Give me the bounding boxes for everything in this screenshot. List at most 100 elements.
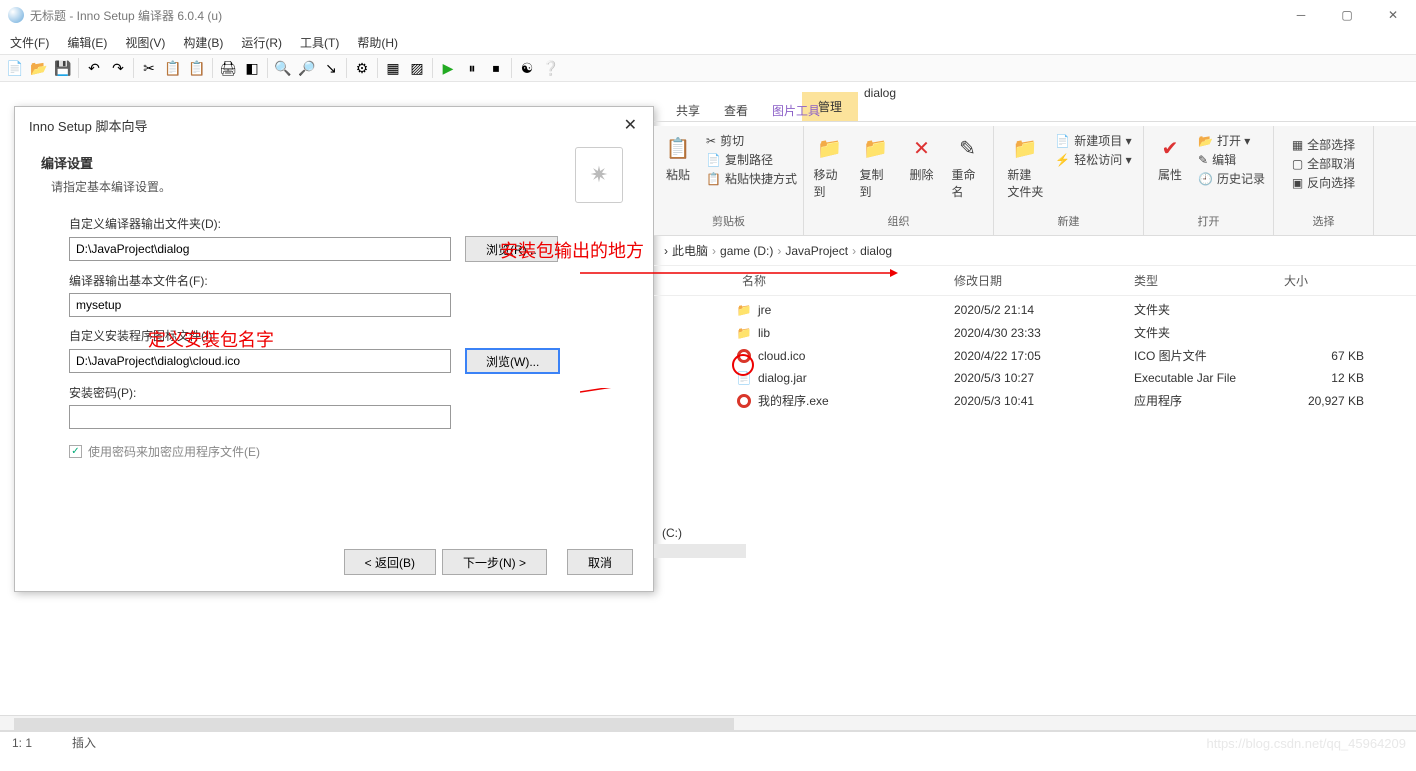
stop-compile-icon[interactable]: ▨: [406, 57, 428, 79]
menu-build[interactable]: 构建(B): [177, 32, 229, 53]
col-type[interactable]: 类型: [1134, 272, 1284, 289]
history-button[interactable]: 🕘 历史记录: [1198, 170, 1265, 187]
save-icon[interactable]: 💾: [52, 57, 74, 79]
copy-to-button[interactable]: 📁复制到: [856, 130, 896, 211]
file-name: jre: [758, 303, 771, 317]
share-tab[interactable]: 共享: [664, 100, 712, 122]
redo-icon[interactable]: ↷: [107, 57, 129, 79]
menu-tools[interactable]: 工具(T): [294, 32, 345, 53]
cut-item[interactable]: ✂ 剪切: [706, 132, 797, 149]
file-row[interactable]: 我的程序.exe2020/5/3 10:41应用程序20,927 KB: [654, 389, 1416, 412]
minimize-button[interactable]: ─: [1278, 0, 1324, 30]
easy-access-button[interactable]: ⚡ 轻松访问 ▾: [1055, 151, 1131, 168]
pause-icon[interactable]: ⏸: [461, 57, 483, 79]
output-dir-label: 自定义编译器输出文件夹(D):: [69, 215, 613, 232]
toolbar-separator: [432, 58, 433, 78]
stop-icon[interactable]: ⏹: [485, 57, 507, 79]
group-open-label: 打开: [1198, 211, 1220, 231]
col-name[interactable]: 名称: [664, 272, 954, 289]
find-icon[interactable]: 🔍: [272, 57, 294, 79]
col-date[interactable]: 修改日期: [954, 272, 1134, 289]
file-row[interactable]: cloud.ico2020/4/22 17:05ICO 图片文件67 KB: [654, 344, 1416, 367]
breadcrumb[interactable]: › 此电脑› game (D:)› JavaProject› dialog: [654, 236, 1416, 266]
app-icon: [736, 348, 752, 364]
help-icon[interactable]: ❔: [540, 57, 562, 79]
cursor-position: 1: 1: [12, 736, 32, 750]
paste-shortcut-item[interactable]: 📋 粘贴快捷方式: [706, 170, 797, 187]
group-select-label: 选择: [1313, 211, 1335, 231]
open-button[interactable]: 📂 打开 ▾: [1198, 132, 1265, 149]
drive-c-label[interactable]: (C:): [654, 526, 682, 540]
close-button[interactable]: ✕: [1370, 0, 1416, 30]
menu-help[interactable]: 帮助(H): [351, 32, 404, 53]
run-icon[interactable]: ▶: [437, 57, 459, 79]
file-type: 应用程序: [1134, 392, 1284, 409]
undo-icon[interactable]: ↶: [83, 57, 105, 79]
cut-icon[interactable]: ✂: [138, 57, 160, 79]
compile-icon[interactable]: ▦: [382, 57, 404, 79]
next-button[interactable]: 下一步(N) >: [442, 549, 547, 575]
new-folder-button[interactable]: 📁新建 文件夹: [1003, 130, 1047, 211]
wizard-footer: < 返回(B) 下一步(N) > 取消: [344, 549, 633, 575]
encrypt-label: 使用密码来加密应用程序文件(E): [88, 443, 260, 460]
invert-selection-button[interactable]: ▣ 反向选择: [1292, 174, 1355, 191]
wizard-subheading: 请指定基本编译设置。: [51, 178, 631, 195]
drive-usage-bar: [654, 544, 746, 558]
paste-icon[interactable]: 📋: [186, 57, 208, 79]
menubar: 文件(F) 编辑(E) 视图(V) 构建(B) 运行(R) 工具(T) 帮助(H…: [0, 30, 1416, 54]
settings-icon[interactable]: ⚙: [351, 57, 373, 79]
encrypt-checkbox-row[interactable]: ✓ 使用密码来加密应用程序文件(E): [69, 443, 613, 460]
group-new-label: 新建: [1058, 211, 1080, 231]
group-clipboard-label: 剪贴板: [712, 211, 745, 231]
script-wizard-dialog: Inno Setup 脚本向导 ✕ 编译设置 请指定基本编译设置。 ✷ 自定义编…: [14, 106, 654, 592]
copy-path-item[interactable]: 📄 复制路径: [706, 151, 797, 168]
view-tab[interactable]: 查看: [712, 100, 760, 122]
file-name: lib: [758, 326, 770, 340]
back-button[interactable]: < 返回(B): [344, 549, 436, 575]
rename-button[interactable]: ✎重命名: [948, 130, 988, 211]
new-icon[interactable]: 📄: [4, 57, 26, 79]
select-none-button[interactable]: ▢ 全部取消: [1292, 155, 1355, 172]
base-filename-input[interactable]: [69, 293, 451, 317]
group-organize-label: 组织: [888, 211, 910, 231]
edit-button[interactable]: ✎ 编辑: [1198, 151, 1265, 168]
bc-pc[interactable]: 此电脑: [672, 242, 708, 259]
bc-proj[interactable]: JavaProject: [785, 244, 848, 258]
replace-icon[interactable]: 🔎: [296, 57, 318, 79]
menu-run[interactable]: 运行(R): [235, 32, 288, 53]
browse-icon-button[interactable]: 浏览(W)...: [465, 348, 560, 374]
horizontal-scrollbar[interactable]: [0, 715, 1416, 731]
file-type: Executable Jar File: [1134, 371, 1284, 385]
file-row[interactable]: 📁lib2020/4/30 23:33文件夹: [654, 321, 1416, 344]
bc-folder[interactable]: dialog: [860, 244, 892, 258]
file-name: 我的程序.exe: [758, 392, 829, 409]
delete-button[interactable]: ✕删除: [902, 130, 942, 211]
scrollbar-thumb[interactable]: [14, 718, 734, 730]
print-icon[interactable]: 🖨: [217, 57, 239, 79]
maximize-button[interactable]: ▢: [1324, 0, 1370, 30]
paste-button[interactable]: 📋粘贴: [658, 130, 698, 211]
file-row[interactable]: 📁jre2020/5/2 21:14文件夹: [654, 298, 1416, 321]
move-to-button[interactable]: 📁移动到: [810, 130, 850, 211]
menu-file[interactable]: 文件(F): [4, 32, 55, 53]
menu-view[interactable]: 视图(V): [119, 32, 171, 53]
watermark: https://blog.csdn.net/qq_45964209: [1207, 736, 1407, 751]
output-dir-input[interactable]: [69, 237, 451, 261]
password-input[interactable]: [69, 405, 451, 429]
select-all-button[interactable]: ▦ 全部选择: [1292, 136, 1355, 153]
copy-icon[interactable]: 📋: [162, 57, 184, 79]
goto-icon[interactable]: ↘: [320, 57, 342, 79]
file-row[interactable]: 📄dialog.jar2020/5/3 10:27Executable Jar …: [654, 367, 1416, 389]
open-icon[interactable]: 📂: [28, 57, 50, 79]
menu-edit[interactable]: 编辑(E): [61, 32, 113, 53]
cancel-button[interactable]: 取消: [567, 549, 633, 575]
new-item-button[interactable]: 📄 新建项目 ▾: [1055, 132, 1131, 149]
col-size[interactable]: 大小: [1284, 272, 1364, 289]
icon-file-input[interactable]: [69, 349, 451, 373]
image-tools-tab[interactable]: 图片工具: [760, 100, 832, 122]
eraser-icon[interactable]: ◧: [241, 57, 263, 79]
wizard-close-button[interactable]: ✕: [616, 113, 645, 137]
properties-button[interactable]: ✔属性: [1150, 130, 1190, 211]
bc-drive[interactable]: game (D:): [720, 244, 773, 258]
yin-yang-icon[interactable]: ☯: [516, 57, 538, 79]
